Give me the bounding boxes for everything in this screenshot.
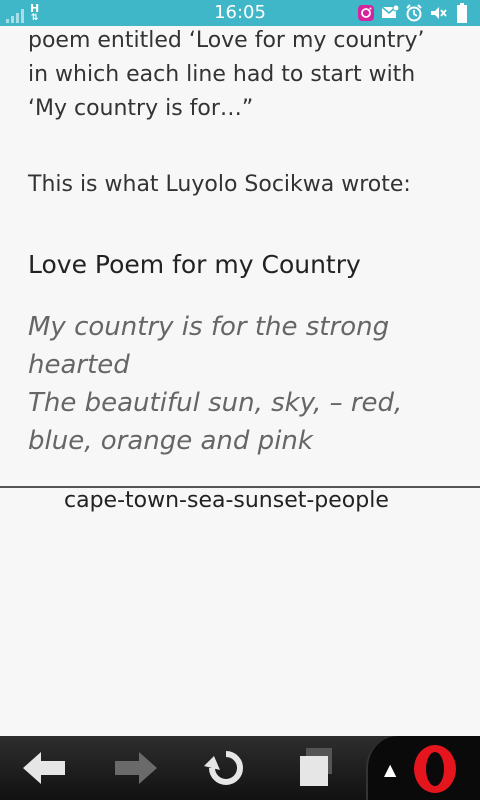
status-right bbox=[356, 3, 472, 23]
reload-button[interactable] bbox=[198, 744, 254, 792]
poem-line: My country is for the strong bbox=[28, 312, 390, 342]
instagram-icon bbox=[356, 3, 376, 23]
article-content: poem entitled ‘Love for my country’ in w… bbox=[0, 26, 480, 736]
battery-icon bbox=[452, 3, 472, 23]
image-caption: cape-town-sea-sunset-people bbox=[64, 488, 389, 513]
opera-logo-icon bbox=[414, 745, 456, 793]
poem-line: hearted bbox=[28, 350, 130, 380]
poem-text: My country is for the strong hearted The… bbox=[28, 308, 448, 460]
browser-toolbar: ▲ bbox=[0, 736, 480, 800]
forward-button[interactable] bbox=[108, 744, 164, 792]
message-icon bbox=[380, 3, 400, 23]
back-icon bbox=[23, 752, 65, 784]
mute-icon bbox=[428, 3, 448, 23]
forward-icon bbox=[115, 752, 157, 784]
paragraph-intro: poem entitled ‘Love for my country’ in w… bbox=[28, 28, 425, 121]
reload-icon bbox=[204, 751, 243, 785]
poem-line: blue, orange and pink bbox=[28, 426, 313, 456]
opera-menu-button[interactable]: ▲ bbox=[366, 736, 480, 800]
back-button[interactable] bbox=[16, 744, 72, 792]
caret-up-icon: ▲ bbox=[384, 760, 397, 779]
paragraph-author: This is what Luyolo Socikwa wrote: bbox=[28, 172, 411, 197]
tabs-icon bbox=[300, 748, 332, 786]
tabs-button[interactable] bbox=[288, 744, 344, 792]
poem-title: Love Poem for my Country bbox=[28, 250, 361, 279]
alarm-icon bbox=[404, 3, 424, 23]
poem-line: The beautiful sun, sky, – red, bbox=[28, 388, 403, 418]
status-bar: H ⇅ 16:05 bbox=[0, 0, 480, 26]
